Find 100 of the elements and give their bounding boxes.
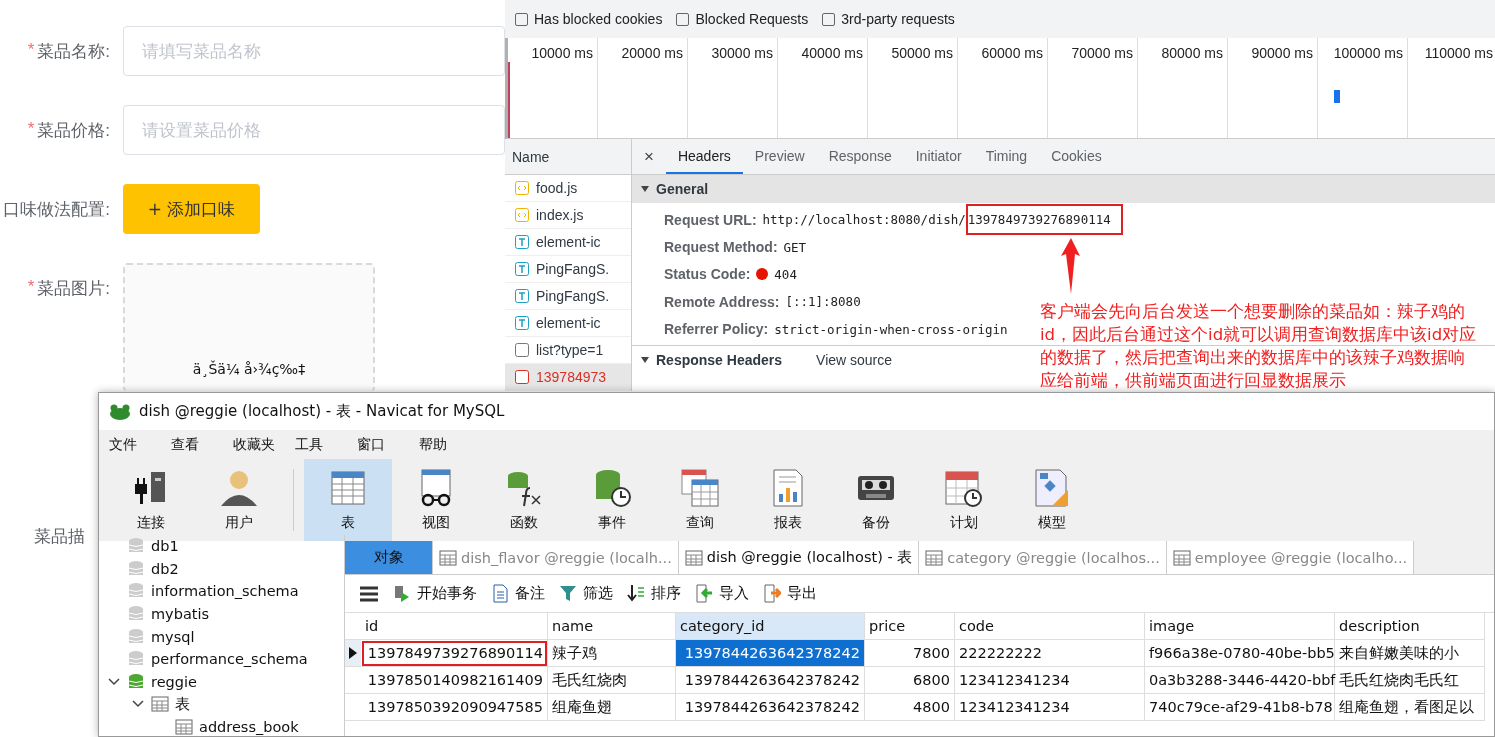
- action-button[interactable]: 开始事务: [393, 584, 477, 603]
- column-header[interactable]: id: [361, 613, 548, 640]
- document-tab[interactable]: dish @reggie (localhost) - 表: [678, 541, 920, 574]
- tree-item[interactable]: db1: [151, 538, 179, 555]
- header-key: Request URL:: [664, 211, 757, 228]
- action-button[interactable]: 导入: [695, 584, 749, 603]
- field-label: * 菜品名称:: [26, 39, 111, 63]
- toolbar-button[interactable]: 模型: [1008, 459, 1096, 541]
- table-cell: 222222222: [955, 640, 1145, 667]
- header-value: [::1]:8080: [785, 294, 861, 310]
- document-tab[interactable]: dish_flavor @reggie (localh...: [433, 541, 679, 574]
- text-field[interactable]: 请设置菜品价格: [123, 105, 505, 155]
- error-document-icon: [515, 370, 529, 384]
- column-header[interactable]: code: [955, 613, 1145, 640]
- table-cell: 组庵鱼翅，看图足以: [1335, 694, 1485, 721]
- menu-item[interactable]: 窗口: [353, 435, 415, 454]
- close-button[interactable]: ×: [640, 139, 666, 174]
- column-header[interactable]: category_id: [676, 613, 865, 640]
- table-cell: 组庵鱼翅: [548, 694, 676, 721]
- request-item[interactable]: element-ic: [505, 229, 631, 256]
- filter-checkbox[interactable]: Blocked Requests: [676, 11, 809, 27]
- script-file-icon: [515, 208, 529, 222]
- table-cell: 1397850140982161409: [361, 667, 548, 694]
- current-row-icon: [349, 647, 357, 659]
- table-cell: 1397844263642378242: [676, 694, 865, 721]
- request-item[interactable]: food.js: [505, 175, 631, 202]
- document-tab[interactable]: employee @reggie (localho...: [1166, 541, 1415, 574]
- import-icon: [695, 584, 713, 603]
- menu-item[interactable]: 收藏夹: [229, 435, 291, 454]
- filter-checkbox[interactable]: 3rd-party requests: [822, 11, 955, 27]
- tree-item[interactable]: information_schema: [151, 583, 299, 600]
- field-label: * 菜品价格:: [26, 118, 111, 142]
- view-source-link[interactable]: View source: [816, 351, 893, 368]
- request-item[interactable]: PingFangS.: [505, 256, 631, 283]
- action-button[interactable]: 导出: [763, 584, 817, 603]
- menu-item[interactable]: 工具: [291, 435, 353, 454]
- toolbar-button[interactable]: 函数: [480, 459, 568, 541]
- column-header[interactable]: Name: [505, 139, 631, 175]
- column-header[interactable]: price: [865, 613, 955, 640]
- toolbar-button[interactable]: 用户: [195, 459, 283, 541]
- tree-item[interactable]: reggie: [151, 673, 197, 690]
- document-icon: [515, 343, 529, 357]
- expanded-triangle-icon[interactable]: [640, 354, 650, 365]
- action-button[interactable]: 排序: [627, 584, 681, 603]
- font-file-icon: [515, 235, 529, 249]
- tab[interactable]: Preview: [742, 139, 817, 174]
- image-upload-area[interactable]: ä¸Šä¼ å›¾ç‰‡: [123, 263, 375, 391]
- time-tick-label: 80000 ms: [1138, 38, 1228, 138]
- header-value: strict-origin-when-cross-origin: [774, 321, 1008, 337]
- table-cell: 740c79ce-af29-41b8-b78: [1145, 694, 1335, 721]
- request-item[interactable]: 139784973: [505, 364, 631, 391]
- header-key: Remote Address:: [664, 293, 780, 310]
- document-tab[interactable]: 对象: [345, 541, 433, 574]
- time-tick-label: 40000 ms: [778, 38, 868, 138]
- toolbar-button[interactable]: 事件: [568, 459, 656, 541]
- request-item[interactable]: element-ic: [505, 310, 631, 337]
- tree-item[interactable]: mybatis: [151, 606, 210, 623]
- table-cell: f966a38e-0780-40be-bb5: [1145, 640, 1335, 667]
- font-file-icon: [515, 262, 529, 276]
- request-item[interactable]: index.js: [505, 202, 631, 229]
- menu-icon[interactable]: [359, 584, 379, 603]
- menu-item[interactable]: 帮助: [415, 435, 477, 454]
- time-tick-label: 30000 ms: [688, 38, 778, 138]
- action-button[interactable]: 备注: [491, 584, 545, 603]
- toolbar-button[interactable]: 连接: [107, 459, 195, 541]
- text-field[interactable]: 请填写菜品名称: [123, 26, 505, 76]
- app-logo-icon: [109, 402, 131, 421]
- time-tick-label: 20000 ms: [598, 38, 688, 138]
- action-button[interactable]: 筛选: [559, 584, 613, 603]
- tree-item[interactable]: 表: [175, 694, 190, 714]
- memo-icon: [491, 584, 509, 603]
- table-cell: 1397844263642378242: [676, 667, 865, 694]
- tree-item[interactable]: mysql: [151, 628, 195, 645]
- add-flavor-button[interactable]: + 添加口味: [123, 184, 260, 234]
- document-tab[interactable]: category @reggie (localhos...: [919, 541, 1167, 574]
- expanded-triangle-icon[interactable]: [640, 184, 650, 194]
- filter-checkbox[interactable]: Has blocked cookies: [515, 11, 663, 27]
- toolbar-button[interactable]: 表: [304, 459, 392, 541]
- header-key: Referrer Policy:: [664, 321, 769, 338]
- header-key: Status Code:: [664, 266, 751, 283]
- tree-item[interactable]: performance_schema: [151, 651, 308, 668]
- tree-item[interactable]: address_book: [199, 719, 299, 736]
- tab[interactable]: Cookies: [1039, 139, 1114, 174]
- tab[interactable]: Initiator: [903, 139, 974, 174]
- toolbar-button[interactable]: 备份: [832, 459, 920, 541]
- toolbar-button[interactable]: 查询: [656, 459, 744, 541]
- database-icon: [127, 672, 145, 691]
- table-cell: 毛氏红烧肉毛氏红: [1335, 667, 1485, 694]
- request-item[interactable]: PingFangS.: [505, 283, 631, 310]
- toolbar-button[interactable]: 视图: [392, 459, 480, 541]
- transaction-icon: [393, 584, 411, 603]
- tree-item[interactable]: db2: [151, 560, 179, 577]
- column-header[interactable]: description: [1335, 613, 1485, 640]
- tab[interactable]: Response: [816, 139, 904, 174]
- tab[interactable]: Timing: [973, 139, 1040, 174]
- toolbar-button[interactable]: 计划: [920, 459, 1008, 541]
- menu-item[interactable]: 文件: [105, 435, 167, 454]
- column-header[interactable]: image: [1145, 613, 1335, 640]
- toolbar-button[interactable]: 报表: [744, 459, 832, 541]
- menu-item[interactable]: 查看: [167, 435, 229, 454]
